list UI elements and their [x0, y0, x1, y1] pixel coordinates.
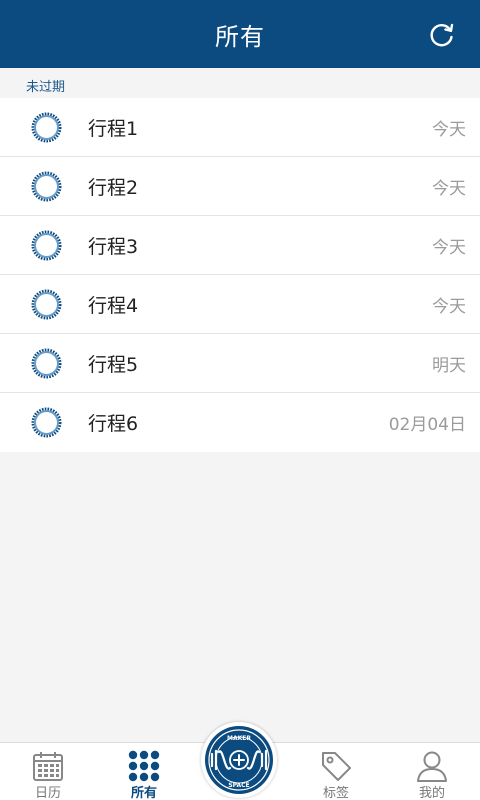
logo-text-top: MAKER [227, 735, 251, 742]
list-item[interactable]: 行程5 明天 [0, 334, 480, 393]
item-title: 行程6 [88, 413, 139, 435]
gear-checkbox-icon[interactable] [31, 112, 62, 143]
gear-checkbox-icon[interactable] [31, 230, 62, 261]
item-title: 行程4 [88, 294, 139, 317]
item-date: 02月04日 [388, 415, 466, 435]
refresh-button[interactable] [428, 20, 456, 48]
item-date: 今天 [432, 237, 466, 258]
gear-checkbox-icon[interactable] [31, 289, 62, 320]
logo-text-bottom: SPACE [228, 782, 249, 789]
gear-checkbox-icon[interactable] [31, 407, 62, 438]
item-title: 行程5 [88, 353, 139, 376]
item-title: 行程3 [88, 235, 139, 258]
top-nav-bar: 所有 [0, 0, 480, 68]
list-item[interactable]: 行程1 今天 [0, 98, 480, 157]
gear-checkbox-icon[interactable] [31, 348, 62, 379]
grid-dots-icon [128, 750, 160, 782]
page-title: 所有 [215, 22, 265, 51]
add-button[interactable]: MAKER SPACE [201, 722, 277, 798]
app-screen: 所有 未过期 行程1 今天 行程2 今天 行程3 今天 行程4 今天 行程5 明… [0, 0, 480, 800]
tab-mine[interactable]: 我的 [384, 743, 480, 800]
user-icon [417, 751, 447, 782]
list-item[interactable]: 行程3 今天 [0, 216, 480, 275]
list-item[interactable]: 行程2 今天 [0, 157, 480, 216]
tab-label: 标签 [322, 786, 349, 800]
tab-calendar[interactable]: 日历 [0, 743, 96, 800]
schedule-list: 行程1 今天 行程2 今天 行程3 今天 行程4 今天 行程5 明天 行程6 0… [0, 98, 480, 452]
list-item[interactable]: 行程6 02月04日 [0, 393, 480, 452]
item-title: 行程1 [88, 117, 139, 140]
tab-tags[interactable]: 标签 [288, 743, 384, 800]
item-date: 明天 [432, 355, 466, 376]
refresh-icon [430, 23, 454, 47]
tab-all[interactable]: 所有 [96, 743, 192, 800]
tab-label: 日历 [34, 786, 61, 800]
tag-icon [322, 752, 351, 781]
item-date: 今天 [432, 119, 466, 140]
tab-label: 所有 [130, 786, 157, 800]
calendar-icon [33, 752, 63, 781]
item-date: 今天 [432, 178, 466, 199]
gear-checkbox-icon[interactable] [31, 171, 62, 202]
item-title: 行程2 [88, 176, 139, 199]
list-item[interactable]: 行程4 今天 [0, 275, 480, 334]
add-logo-icon: MAKER SPACE [205, 726, 273, 794]
section-label-unexpired: 未过期 [26, 80, 66, 95]
item-date: 今天 [432, 296, 466, 317]
tab-label: 我的 [418, 786, 445, 800]
